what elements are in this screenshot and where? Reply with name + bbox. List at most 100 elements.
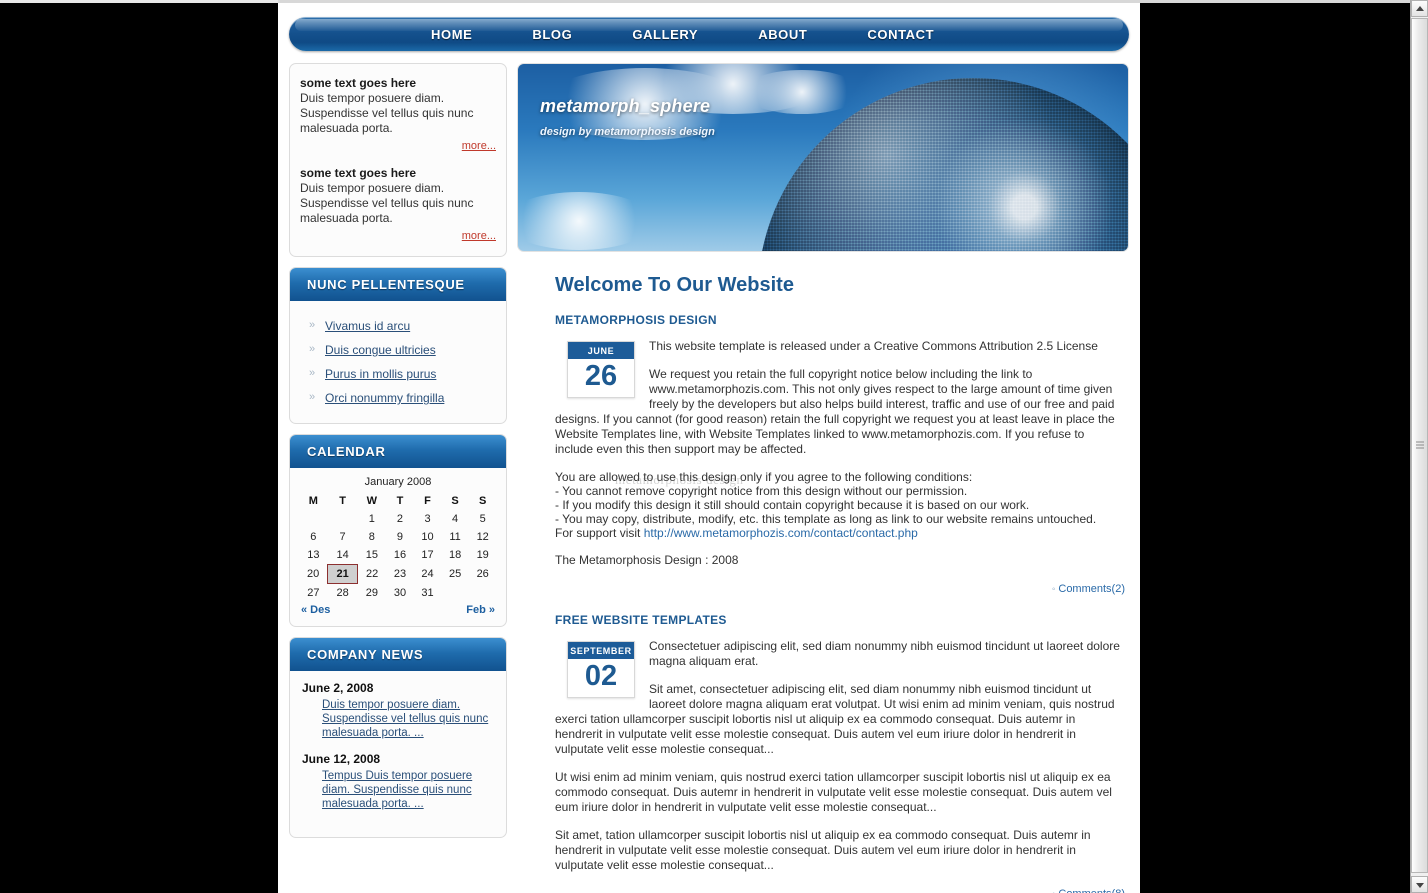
news-title: COMPANY NEWS (290, 638, 506, 671)
banner-text: metamorph_sphere design by metamorphosis… (540, 96, 715, 138)
news-date: June 2, 2008 (302, 681, 374, 695)
teaser-heading: some text goes here (300, 76, 417, 90)
nav-contact[interactable]: CONTACT (863, 25, 938, 44)
scroll-up-button[interactable] (1411, 0, 1428, 17)
calendar-day[interactable]: 13 (299, 546, 328, 565)
nav-item[interactable]: CONTACT (863, 25, 938, 44)
cloud-decoration (742, 70, 862, 114)
condition-line: - If you modify this design it still sho… (555, 498, 1030, 512)
calendar-day[interactable]: 18 (441, 546, 469, 565)
post-paragraph: We request you retain the full copyright… (555, 367, 1115, 456)
post-paragraph: This website template is released under … (649, 339, 1098, 353)
news-link[interactable]: Tempus Duis tempor posuere diam. Suspend… (322, 769, 494, 811)
nav-home[interactable]: HOME (427, 25, 476, 44)
nav-gallery[interactable]: GALLERY (628, 25, 702, 44)
condition-line: - You may copy, distribute, modify, etc.… (555, 512, 1097, 526)
calendar-day[interactable]: 19 (469, 546, 497, 565)
sidebar-item-duis-congue-ultricies[interactable]: » Duis congue ultricies (290, 338, 506, 362)
calendar-day[interactable]: 2 (386, 510, 414, 528)
calendar-day[interactable]: 12 (469, 528, 497, 546)
calendar-day[interactable]: 29 (358, 584, 387, 603)
calendar-day[interactable]: 11 (441, 528, 469, 546)
news-date: June 12, 2008 (302, 752, 381, 766)
calendar-day[interactable]: 17 (414, 546, 442, 565)
post-paragraph: Consectetuer adipiscing elit, sed diam n… (649, 639, 1120, 668)
calendar-day[interactable]: 27 (299, 584, 328, 603)
news-item: Duis tempor posuere diam. Suspendisse ve… (322, 698, 494, 740)
calendar-wrap: January 2008 M T W T F S S 1 2 3 4 5 6 7… (290, 468, 506, 626)
chevron-right-icon: » (309, 343, 316, 355)
calendar-weekday: S (451, 495, 459, 507)
calendar-day[interactable]: 4 (441, 510, 469, 528)
calendar-day[interactable]: 31 (414, 584, 442, 603)
support-link[interactable]: http://www.metamorphozis.com/contact/con… (644, 526, 918, 540)
calendar-day[interactable]: 16 (386, 546, 414, 565)
calendar-day[interactable]: 5 (469, 510, 497, 528)
calendar-day[interactable]: 15 (358, 546, 387, 565)
sidebar: some text goes here Duis tempor posuere … (289, 63, 507, 893)
nav-about[interactable]: ABOUT (754, 25, 811, 44)
calendar-day[interactable]: 6 (299, 528, 328, 546)
screen: HOME BLOG GALLERY ABOUT CONTACT some tex… (0, 0, 1428, 893)
teaser-more-link[interactable]: more... (462, 140, 496, 152)
calendar-next-month[interactable]: Feb » (466, 604, 495, 616)
sidebar-item-orci-nonummy-fringilla[interactable]: » Orci nonummy fringilla (290, 386, 506, 410)
calendar-weekday-row: M T W T F S S (299, 492, 497, 510)
nav-blog[interactable]: BLOG (528, 25, 576, 44)
calendar-day[interactable]: 25 (441, 565, 469, 584)
post-date-badge: SEPTEMBER 02 (567, 641, 635, 698)
circle-bullet-icon: ◦ (1052, 889, 1056, 893)
teaser-body: Duis tempor posuere diam. Suspendisse ve… (300, 91, 474, 135)
hero-banner: metamorph_sphere design by metamorphosis… (517, 63, 1129, 252)
condition-line: - You cannot remove copyright notice fro… (555, 484, 968, 498)
calendar-day[interactable]: 28 (328, 584, 358, 603)
scroll-down-button[interactable] (1411, 876, 1428, 893)
sidebar-item-purus-in-mollis-purus[interactable]: » Purus in mollis purus (290, 362, 506, 386)
sidebar-menu-link[interactable]: Orci nonummy fringilla (325, 391, 444, 405)
calendar-day[interactable]: 20 (299, 565, 328, 584)
post-conditions: You are allowed to use this design only … (555, 470, 1125, 540)
nav-item[interactable]: GALLERY (628, 25, 702, 44)
sidebar-menu-link[interactable]: Vivamus id arcu (325, 319, 410, 333)
post-title: FREE WEBSITE TEMPLATES (555, 613, 727, 627)
nav-item[interactable]: ABOUT (754, 25, 811, 44)
calendar-day[interactable]: 10 (414, 528, 442, 546)
teaser-more-link[interactable]: more... (462, 230, 496, 242)
sidebar-menu-title: NUNC PELLENTESQUE (290, 268, 506, 301)
grip-icon (1415, 441, 1424, 450)
post-paragraph: Ut wisi enim ad minim veniam, quis nostr… (555, 770, 1112, 814)
calendar-day[interactable]: 24 (414, 565, 442, 584)
comments-link[interactable]: Comments(8) (1058, 888, 1125, 893)
calendar-day[interactable]: 26 (469, 565, 497, 584)
sidebar-menu-link[interactable]: Purus in mollis purus (325, 367, 436, 381)
calendar-day[interactable]: 3 (414, 510, 442, 528)
teaser-more-wrap: more... (300, 228, 496, 242)
calendar-day[interactable]: 7 (328, 528, 358, 546)
calendar-day[interactable]: 9 (386, 528, 414, 546)
vertical-scrollbar[interactable] (1410, 0, 1428, 893)
scrollbar-thumb[interactable] (1411, 18, 1428, 873)
comments-link[interactable]: Comments(2) (1058, 583, 1125, 595)
post-signature: The Metamorphosis Design : 2008 (555, 553, 739, 567)
post-free-website-templates: FREE WEBSITE TEMPLATES SEPTEMBER 02 Cons… (555, 613, 1125, 893)
calendar-day[interactable]: 30 (386, 584, 414, 603)
calendar-day (328, 510, 358, 528)
teaser-body: Duis tempor posuere diam. Suspendisse ve… (300, 181, 474, 225)
calendar-week-row: 13 14 15 16 17 18 19 (299, 546, 497, 565)
sidebar-menu-link[interactable]: Duis congue ultricies (325, 343, 436, 357)
nav-item[interactable]: HOME (427, 25, 476, 44)
calendar-day[interactable]: 23 (386, 565, 414, 584)
sidebar-item-vivamus-id-arcu[interactable]: » Vivamus id arcu (290, 314, 506, 338)
calendar-week-row: 20 21 22 23 24 25 26 (299, 564, 497, 584)
calendar-week-row: 1 2 3 4 5 (299, 510, 497, 528)
calendar-day[interactable]: 14 (328, 546, 358, 565)
post-comments-row: ◦ Comments(2) (555, 581, 1125, 595)
calendar-prev-month[interactable]: « Des (301, 604, 330, 616)
nav-item[interactable]: BLOG (528, 25, 576, 44)
news-link[interactable]: Duis tempor posuere diam. Suspendisse ve… (322, 698, 494, 740)
calendar-weekday: F (424, 495, 431, 507)
calendar-day[interactable]: 22 (358, 565, 387, 584)
calendar-day[interactable]: 8 (358, 528, 387, 546)
calendar-day[interactable]: 1 (358, 510, 387, 528)
calendar-day-today[interactable]: 21 (327, 564, 358, 584)
